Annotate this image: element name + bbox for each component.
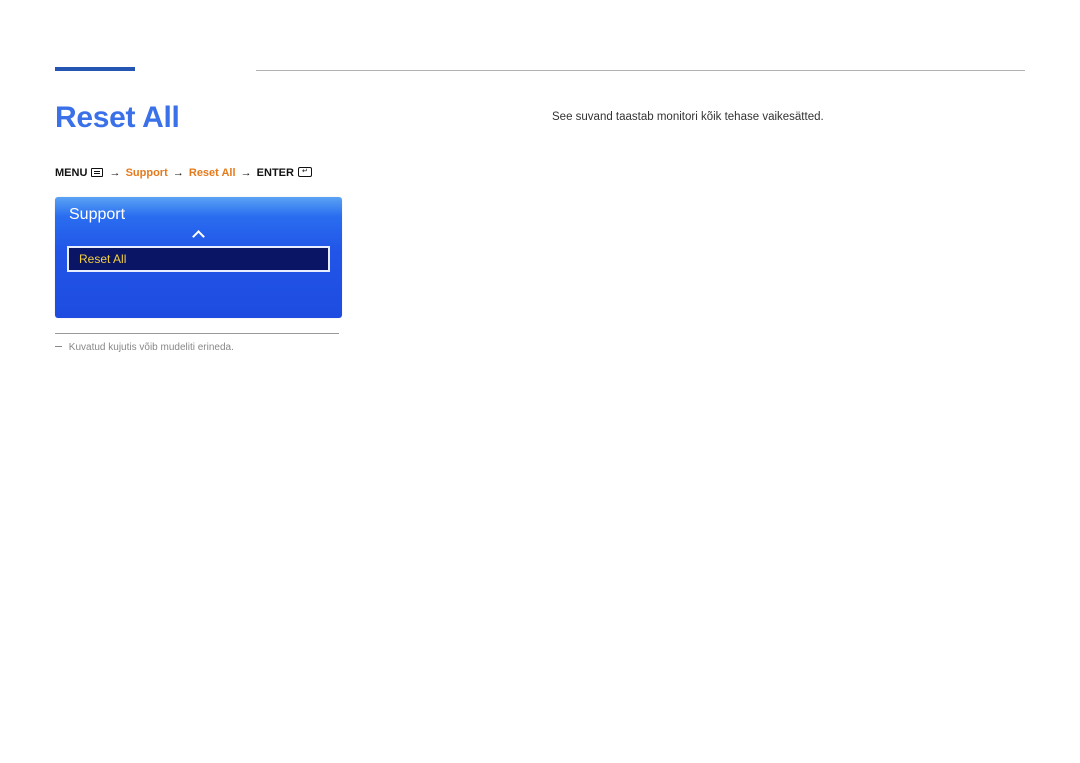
note-text: Kuvatud kujutis võib mudeliti erineda.: [69, 342, 234, 353]
breadcrumb-enter-label: ENTER: [257, 167, 294, 179]
breadcrumb: MENU → Support → Reset All → ENTER: [55, 167, 552, 179]
right-column: See suvand taastab monitori kõik tehase …: [552, 101, 1025, 353]
note-divider: [55, 333, 339, 334]
description-text: See suvand taastab monitori kõik tehase …: [552, 109, 1025, 126]
osd-panel: Support Reset All: [55, 197, 342, 318]
chevron-up-icon[interactable]: [193, 228, 205, 240]
breadcrumb-arrow: →: [110, 167, 121, 179]
breadcrumb-support: Support: [126, 167, 168, 179]
osd-panel-title: Support: [69, 206, 125, 224]
osd-item-label: Reset All: [79, 252, 126, 266]
osd-scroll-up-row: [55, 227, 342, 243]
breadcrumb-menu-label: MENU: [55, 167, 87, 179]
breadcrumb-arrow: →: [173, 167, 184, 179]
header-divider: [256, 70, 1025, 71]
page-container: Reset All MENU → Support → Reset All → E…: [0, 0, 1080, 353]
enter-icon: [298, 167, 312, 177]
note-line: Kuvatud kujutis võib mudeliti erineda.: [55, 342, 552, 353]
menu-icon: [91, 168, 103, 177]
osd-menu-item-reset-all[interactable]: Reset All: [67, 246, 330, 272]
breadcrumb-arrow: →: [241, 167, 252, 179]
section-marker: [55, 67, 135, 71]
content-row: Reset All MENU → Support → Reset All → E…: [55, 101, 1025, 353]
left-column: Reset All MENU → Support → Reset All → E…: [55, 101, 552, 353]
breadcrumb-reset-all: Reset All: [189, 167, 236, 179]
page-title: Reset All: [55, 101, 552, 135]
note-dash-icon: [55, 346, 62, 347]
